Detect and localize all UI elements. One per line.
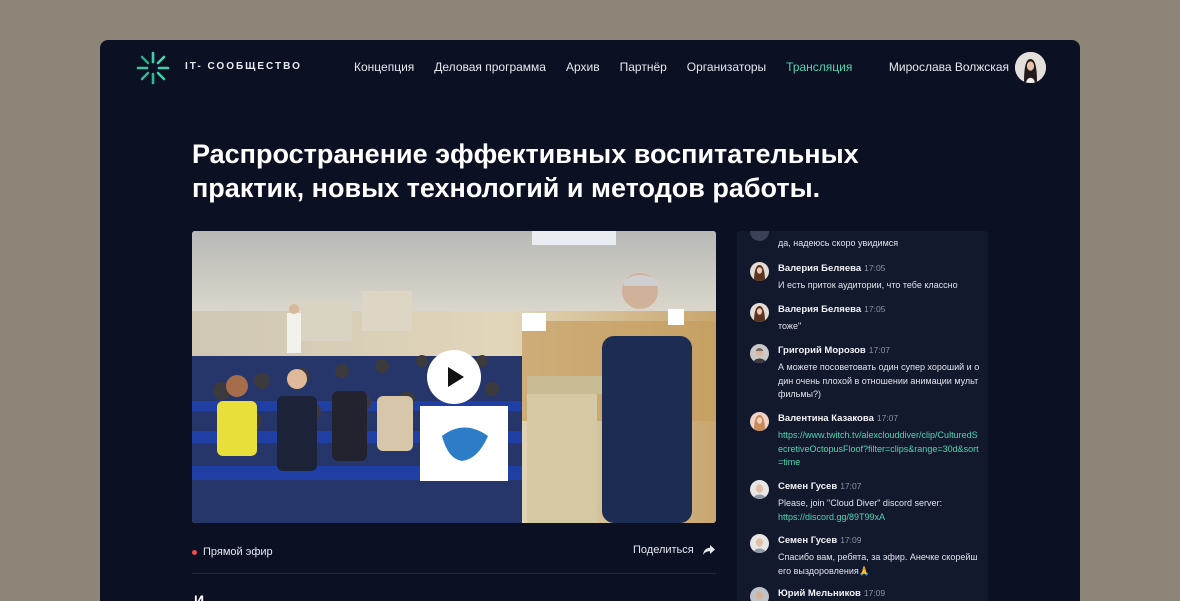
woman-avatar-icon xyxy=(750,303,769,322)
chat-author[interactable]: Валерия Беляева xyxy=(778,263,861,274)
man-avatar-icon xyxy=(750,344,769,363)
chat-time: 17:07 xyxy=(840,481,862,491)
video-player[interactable] xyxy=(192,231,716,523)
chat-author[interactable]: Семен Гусев xyxy=(778,535,837,546)
main-nav: Концепция Деловая программа Архив Партнё… xyxy=(354,60,872,74)
man-avatar-icon xyxy=(750,534,769,553)
chat-time: 17:09 xyxy=(863,588,886,598)
page-title: Распространение эффективных воспитательн… xyxy=(192,139,859,203)
chat-link[interactable]: https://discord.gg/89T99xA xyxy=(778,511,980,525)
user-avatar[interactable] xyxy=(1015,52,1046,83)
chat-time: 17:07 xyxy=(868,345,891,355)
share-label: Поделиться xyxy=(633,544,694,556)
nav-item-business-program[interactable]: Деловая программа xyxy=(434,60,546,74)
chat-author[interactable]: Валентина Казакова xyxy=(778,413,874,424)
chat-panel[interactable]: да, надеюсь скоро увидимся Валерия Беляе… xyxy=(737,231,988,601)
nav-item-broadcast[interactable]: Трансляция xyxy=(786,60,852,74)
chat-message-text: тоже" xyxy=(778,321,802,331)
nav-item-archive[interactable]: Архив xyxy=(566,60,600,74)
chat-author[interactable]: Валерия Беляева xyxy=(778,304,861,315)
share-button[interactable]: Поделиться xyxy=(633,544,716,556)
man-avatar-icon xyxy=(750,587,769,601)
user-name[interactable]: Мирослава Волжская xyxy=(889,60,1009,74)
share-arrow-icon xyxy=(702,545,715,555)
chat-time: 17:05 xyxy=(864,263,886,273)
man-avatar-icon xyxy=(750,480,769,499)
play-button[interactable] xyxy=(427,350,481,404)
chat-message-text: Спасибо вам, ребята, за эфир. Анечке ско… xyxy=(778,552,978,576)
chat-link[interactable]: https://www.twitch.tv/alexclouddiver/cli… xyxy=(778,429,980,470)
screenshot-frame: IT- СООБЩЕСТВО Концепция Деловая програм… xyxy=(0,0,1180,601)
header: IT- СООБЩЕСТВО Концепция Деловая програм… xyxy=(100,40,1080,96)
logo-text: IT- СООБЩЕСТВО xyxy=(185,61,302,72)
woman-avatar-icon xyxy=(750,262,769,281)
chat-author[interactable]: Григорий Морозов xyxy=(778,345,866,356)
live-label: Прямой эфир xyxy=(203,546,273,558)
chat-time: 17:07 xyxy=(876,413,899,423)
nav-item-organizers[interactable]: Организаторы xyxy=(687,60,766,74)
next-section-heading: И xyxy=(194,592,205,601)
app-window: IT- СООБЩЕСТВО Концепция Деловая програм… xyxy=(100,40,1080,601)
chat-message-text: да, надеюсь скоро увидимся xyxy=(778,238,899,248)
woman-avatar-icon xyxy=(750,412,769,431)
nav-item-concept[interactable]: Концепция xyxy=(354,60,414,74)
chat-author[interactable]: Юрий Мельников xyxy=(778,588,861,599)
live-indicator: Прямой эфир xyxy=(192,546,273,558)
chat-time: 17:09 xyxy=(840,535,862,545)
chat-avatar xyxy=(750,231,769,241)
chat-time: 17:05 xyxy=(864,304,886,314)
chat-message-text: А можете посоветовать один супер хороший… xyxy=(778,362,980,399)
logo-icon[interactable] xyxy=(134,49,172,87)
chat-author[interactable]: Семен Гусев xyxy=(778,481,837,492)
live-dot-icon xyxy=(192,549,197,555)
divider xyxy=(192,573,716,574)
chat-message-text: И есть приток аудитории, что тебе классн… xyxy=(778,280,958,290)
chat-message-text: Please, join "Cloud Diver" discord serve… xyxy=(778,498,942,508)
nav-item-partner[interactable]: Партнёр xyxy=(620,60,667,74)
